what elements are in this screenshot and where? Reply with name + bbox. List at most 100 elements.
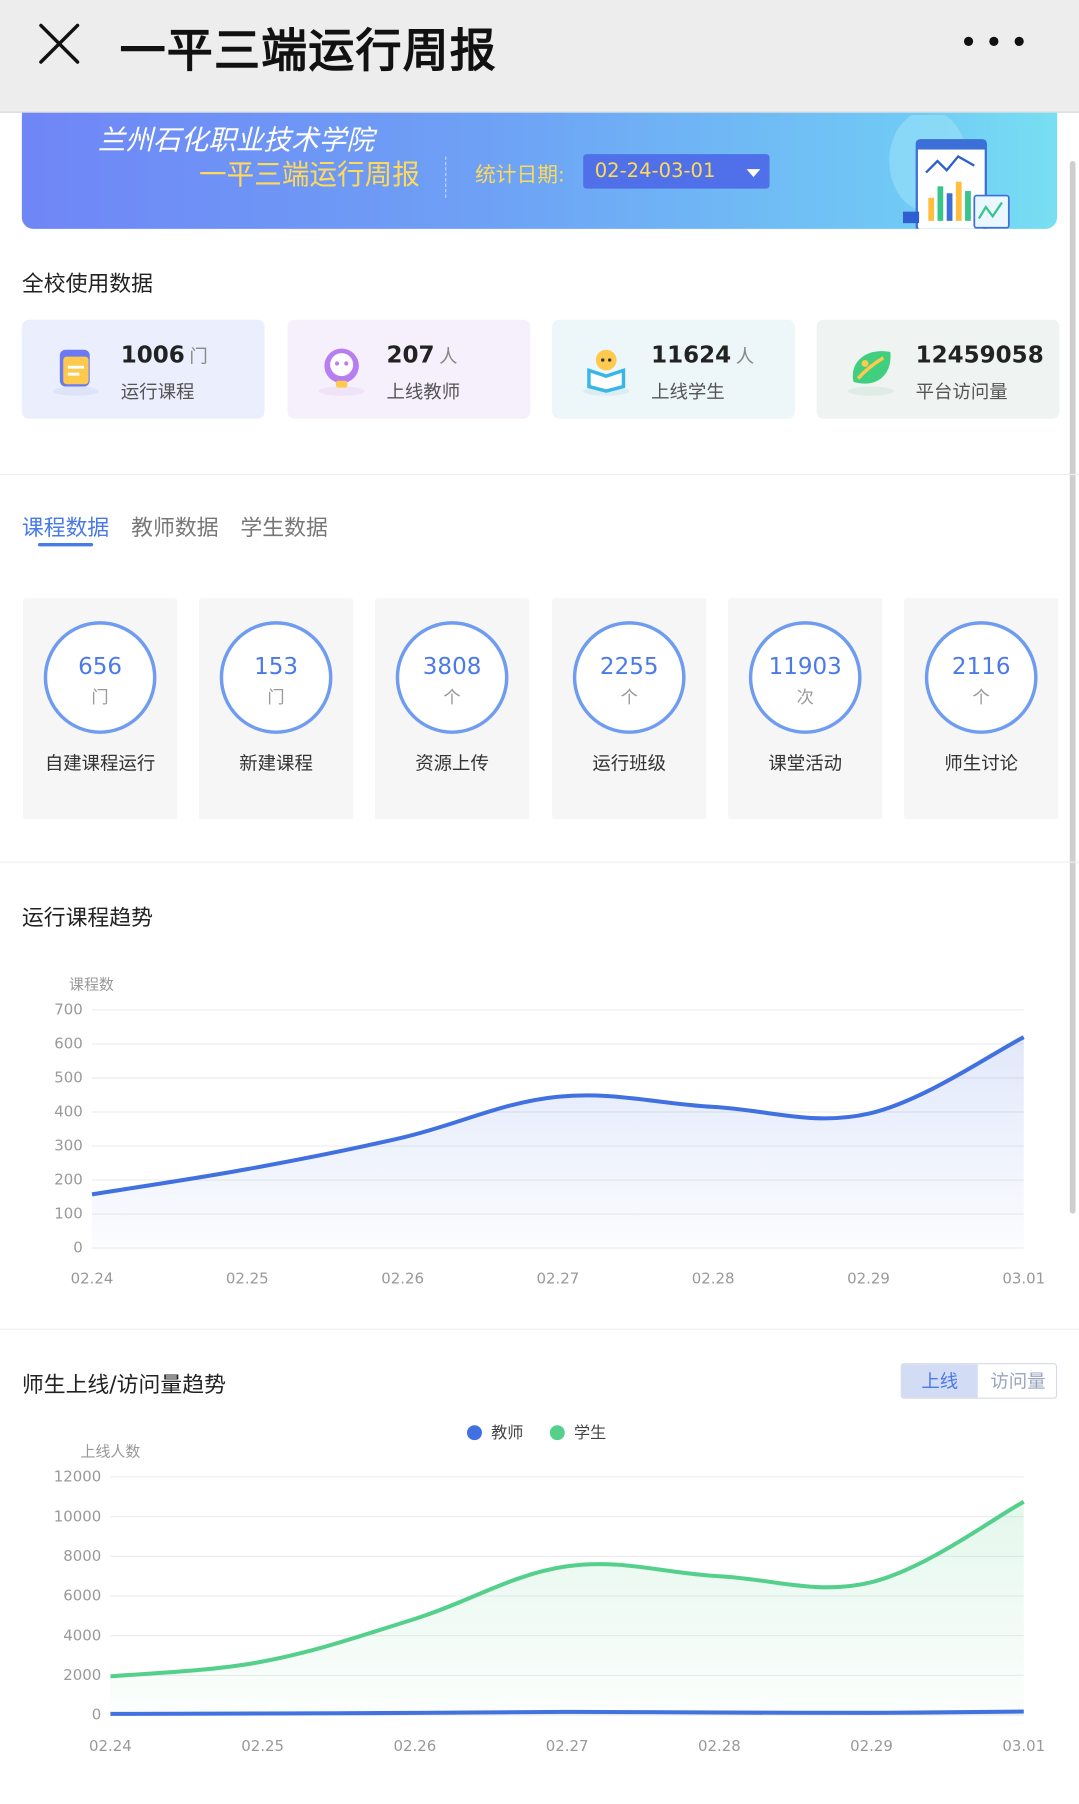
metric-value: 153	[254, 652, 299, 680]
date-select[interactable]: 02-24-03-01	[583, 154, 770, 189]
metric-value: 3808	[422, 652, 482, 680]
metric-unit: 次	[796, 686, 814, 708]
y-tick-label: 0	[92, 1706, 102, 1724]
x-tick-label: 02.25	[226, 1270, 269, 1288]
y-tick-label: 6000	[63, 1587, 101, 1605]
metric-unit: 个	[972, 686, 990, 708]
metric-toggle: 上线 访问量	[900, 1363, 1058, 1399]
stat-value: 11624 人	[651, 340, 755, 369]
metric-ring: 11903 次	[748, 621, 862, 734]
stat-card-students[interactable]: 11624 人 上线学生	[552, 319, 795, 419]
stat-label: 平台访问量	[915, 380, 1008, 403]
y-tick-label: 300	[54, 1137, 83, 1155]
section-divider	[0, 473, 1079, 476]
metric-label: 运行班级	[592, 752, 667, 775]
x-tick-label: 02.28	[698, 1737, 741, 1755]
y-axis-label: 上线人数	[81, 1442, 141, 1460]
stat-value: 12459058	[915, 340, 1044, 369]
date-label: 统计日期:	[475, 163, 565, 188]
more-options-icon[interactable]	[963, 30, 1024, 53]
online-trend-chart: 上线人数 0 2000 4000 6000 8000 10000 12000 02.24 02.2…	[54, 1442, 1045, 1755]
online-trend-title: 师生上线/访问量趋势	[21, 1372, 226, 1398]
metric-value: 2116	[951, 652, 1011, 680]
metric-value: 2255	[599, 652, 659, 680]
metric-unit: 门	[267, 686, 285, 708]
stat-card-visits[interactable]: 12459058 平台访问量	[816, 319, 1060, 419]
course-metric-card[interactable]: 3808 个 资源上传	[374, 598, 530, 820]
report-banner: 兰州石化职业技术学院 一平三端运行周报 统计日期: 02-24-03-01	[21, 112, 1058, 229]
x-tick-label: 03.01	[1002, 1737, 1045, 1755]
stat-value: 1006 门	[120, 340, 208, 369]
close-icon[interactable]	[35, 18, 86, 69]
app-viewport: 一平三端运行周报 兰州石化职业技术学院 一平三端运行周报 统计日期: 02-24…	[0, 0, 1079, 1804]
metric-unit: 个	[443, 686, 461, 708]
banner-divider	[445, 156, 447, 198]
y-tick-label: 10000	[54, 1507, 102, 1525]
metric-unit: 门	[91, 686, 109, 708]
y-tick-label: 8000	[63, 1547, 101, 1565]
metric-ring: 153 门	[219, 621, 333, 734]
stat-card-courses[interactable]: 1006 门 运行课程	[21, 319, 265, 419]
metric-label: 课堂活动	[768, 752, 843, 775]
y-tick-label: 700	[54, 1001, 83, 1019]
section-divider	[0, 861, 1079, 863]
stat-label: 上线教师	[386, 380, 461, 403]
x-tick-label: 02.25	[241, 1737, 284, 1755]
metric-ring: 656 门	[43, 621, 157, 734]
y-tick-label: 100	[54, 1205, 83, 1223]
stat-label: 上线学生	[651, 380, 725, 403]
x-tick-label: 02.27	[546, 1737, 589, 1755]
course-book-icon	[52, 349, 99, 396]
overview-title: 全校使用数据	[21, 271, 154, 297]
metric-ring: 2255 个	[572, 621, 686, 734]
x-tick-label: 03.01	[1002, 1270, 1045, 1288]
page-title: 一平三端运行周报	[119, 25, 497, 79]
x-tick-label: 02.24	[89, 1737, 132, 1755]
stat-value: 207 人	[386, 340, 458, 369]
y-tick-label: 12000	[54, 1468, 102, 1486]
student-icon	[583, 349, 630, 396]
title-bar: 一平三端运行周报	[0, 0, 1079, 113]
course-metric-card[interactable]: 153 门 新建课程	[199, 598, 354, 820]
y-tick-label: 0	[73, 1239, 83, 1257]
metric-ring: 2116 个	[924, 621, 1038, 734]
course-trend-chart: 课程数 0 100 200 300 400 500 600 700 02.24 02.25 02.26…	[54, 975, 1045, 1288]
y-axis-label: 课程数	[69, 975, 114, 993]
x-tick-label: 02.26	[381, 1270, 424, 1288]
visits-leaf-icon	[847, 351, 894, 396]
course-metric-card[interactable]: 656 门 自建课程运行	[23, 598, 178, 820]
metric-unit: 个	[620, 686, 638, 708]
tab-teacher-data[interactable]: 教师数据	[131, 511, 218, 542]
metric-label: 资源上传	[415, 752, 489, 775]
section-divider	[0, 1328, 1079, 1330]
stat-label: 运行课程	[120, 380, 195, 403]
y-tick-label: 2000	[63, 1666, 101, 1684]
course-metric-card[interactable]: 2255 个 运行班级	[552, 598, 707, 820]
toggle-visits[interactable]: 访问量	[978, 1364, 1056, 1397]
course-metric-card[interactable]: 2116 个 师生讨论	[904, 598, 1059, 820]
metric-ring: 3808 个	[395, 621, 509, 734]
teacher-icon	[318, 348, 365, 396]
y-tick-label: 4000	[63, 1626, 101, 1644]
x-tick-label: 02.29	[847, 1270, 890, 1288]
dashboard-illustration-icon	[889, 115, 1010, 229]
y-tick-label: 500	[54, 1069, 83, 1087]
metric-label: 师生讨论	[944, 752, 1019, 775]
tab-course-data[interactable]: 课程数据	[22, 511, 109, 542]
course-metric-card[interactable]: 11903 次 课堂活动	[728, 598, 883, 820]
x-tick-label: 02.24	[71, 1270, 114, 1288]
x-tick-label: 02.29	[850, 1737, 893, 1755]
series-area	[110, 1501, 1024, 1716]
metric-label: 新建课程	[239, 752, 313, 775]
toggle-online[interactable]: 上线	[901, 1364, 978, 1398]
series-area	[92, 1037, 1024, 1249]
x-tick-label: 02.28	[692, 1270, 735, 1288]
course-trend-title: 运行课程趋势	[21, 905, 154, 931]
tab-student-data[interactable]: 学生数据	[240, 511, 327, 542]
active-tab-indicator	[37, 542, 94, 547]
y-tick-label: 400	[54, 1103, 83, 1121]
x-tick-label: 02.26	[393, 1737, 436, 1755]
stat-card-teachers[interactable]: 207 人 上线教师	[287, 319, 531, 419]
metric-value: 656	[78, 652, 123, 680]
y-tick-label: 600	[54, 1035, 83, 1053]
